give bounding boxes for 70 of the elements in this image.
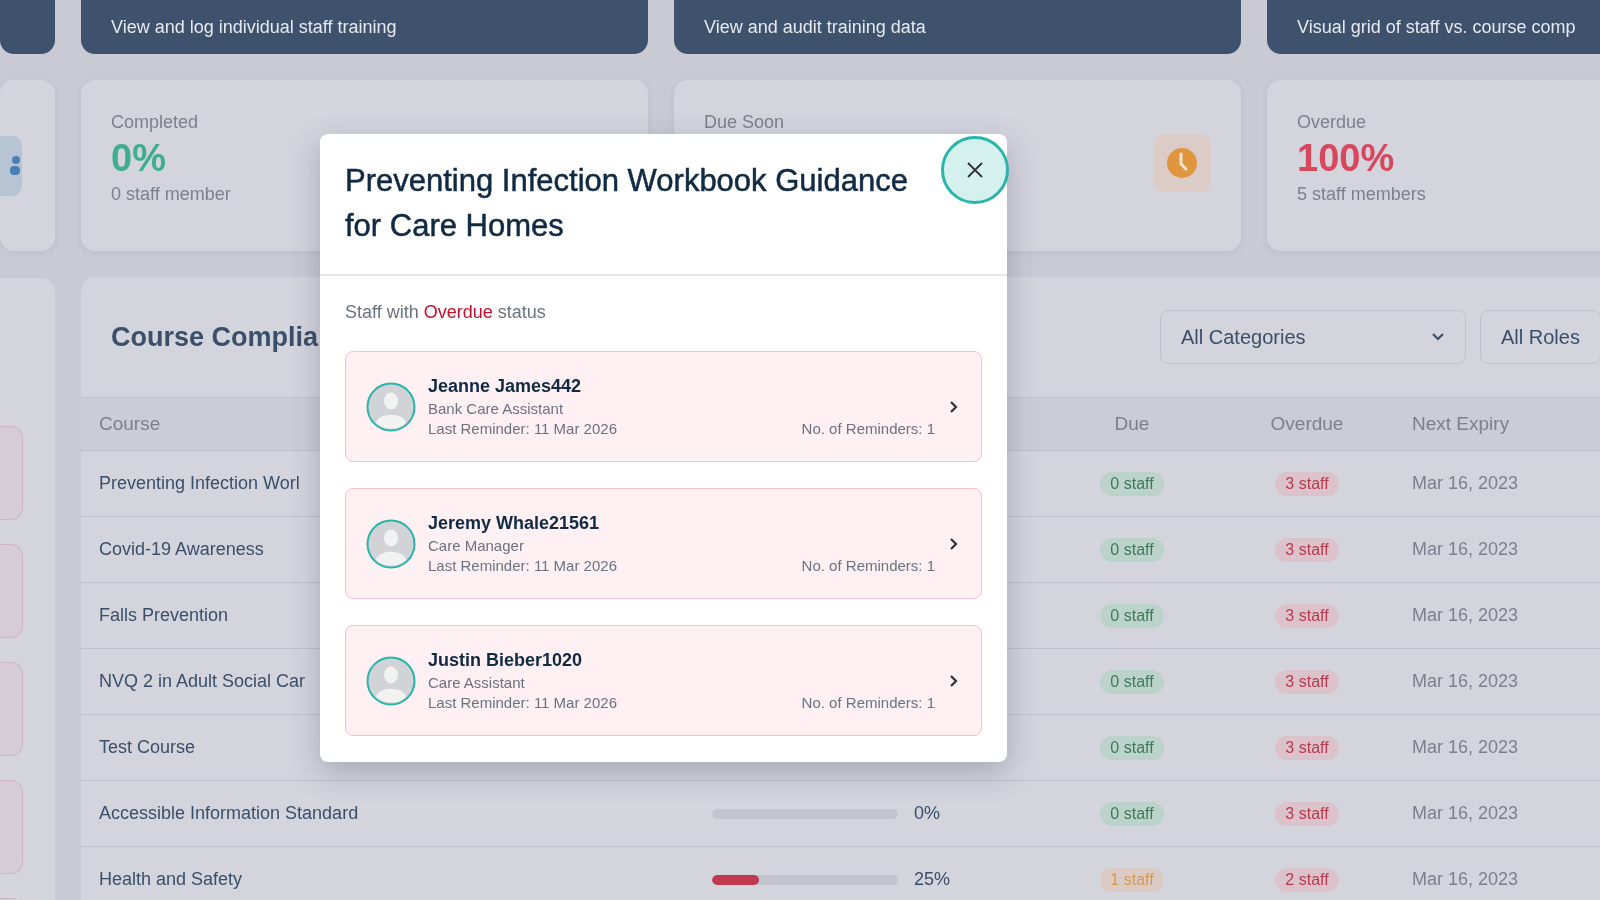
close-icon xyxy=(966,161,984,179)
reminder-count: No. of Reminders: 1 xyxy=(801,420,935,437)
avatar-icon xyxy=(366,655,416,706)
expiry-date: Mar 16, 2023 xyxy=(1411,671,1520,692)
course-name: Covid-19 Awareness xyxy=(99,539,264,560)
staff-role: Care Assistant xyxy=(428,674,526,691)
column-header: Overdue xyxy=(1270,413,1344,435)
due-badge: 0 staff xyxy=(1100,537,1164,562)
expiry-date: Mar 16, 2023 xyxy=(1411,539,1520,560)
people-icon xyxy=(10,154,22,177)
course-name: NVQ 2 in Adult Social Car xyxy=(99,671,306,692)
due-badge: 0 staff xyxy=(1100,669,1164,694)
dialog-subtitle: Staff with Overdue status xyxy=(345,302,547,323)
staff-role: Care Manager xyxy=(428,537,525,554)
overdue-badge: 2 staff xyxy=(1275,867,1339,892)
staff-name: Jeremy Whale21561 xyxy=(428,513,601,534)
staff-name: Jeanne James442 xyxy=(428,376,583,397)
progress-percent: 25% xyxy=(914,869,951,890)
due-badge: 0 staff xyxy=(1100,735,1164,760)
overdue-badge: 3 staff xyxy=(1275,471,1339,496)
nav-banner[interactable] xyxy=(0,0,55,54)
avatar-icon xyxy=(366,518,416,569)
expiry-date: Mar 16, 2023 xyxy=(1411,803,1520,824)
expiry-date: Mar 16, 2023 xyxy=(1411,737,1520,758)
last-reminder: Last Reminder: 11 Mar 2026 xyxy=(428,420,617,437)
filter-dropdown[interactable]: All Categories xyxy=(1160,310,1466,364)
due-badge: 1 staff xyxy=(1100,867,1164,892)
column-header: Due xyxy=(1114,413,1150,435)
last-reminder: Last Reminder: 11 Mar 2026 xyxy=(428,557,617,574)
stat-caption: 5 staff members xyxy=(1297,184,1426,205)
course-name: Preventing Infection Worl xyxy=(99,473,300,494)
stat-label: Due Soon xyxy=(704,112,785,133)
column-header: Course xyxy=(99,413,161,435)
overdue-badge: 3 staff xyxy=(1275,735,1339,760)
last-reminder: Last Reminder: 11 Mar 2026 xyxy=(428,694,617,711)
stat-caption: 0 staff member xyxy=(111,184,231,205)
nav-banner[interactable]: View and audit training data xyxy=(674,0,1241,54)
column-header: Next Expiry xyxy=(1411,413,1511,435)
nav-banner[interactable]: Visual grid of staff vs. course comp xyxy=(1267,0,1600,54)
due-badge: 0 staff xyxy=(1100,801,1164,826)
course-name: Falls Prevention xyxy=(99,605,229,626)
overdue-badge: 3 staff xyxy=(1275,603,1339,628)
panel-title: Course Complia xyxy=(111,321,320,353)
staff-name: Justin Bieber1020 xyxy=(428,650,584,671)
progress-percent: 0% xyxy=(914,803,940,824)
expiry-date: Mar 16, 2023 xyxy=(1411,605,1520,626)
staff-role: Bank Care Assistant xyxy=(428,400,565,417)
reminder-count: No. of Reminders: 1 xyxy=(801,557,935,574)
stat-value: 100% xyxy=(1297,137,1396,180)
due-badge: 0 staff xyxy=(1100,603,1164,628)
overdue-badge: 3 staff xyxy=(1275,537,1339,562)
clock-icon xyxy=(1166,147,1198,179)
stat-value: 0% xyxy=(111,137,167,180)
stat-label: Completed xyxy=(111,112,200,133)
expiry-date: Mar 16, 2023 xyxy=(1411,869,1520,890)
overdue-badge: 3 staff xyxy=(1275,669,1339,694)
expiry-date: Mar 16, 2023 xyxy=(1411,473,1520,494)
course-name: Health and Safety xyxy=(99,869,243,890)
staff-card[interactable]: Justin Bieber1020 Care Assistant Last Reminder: 11 Mar 2026 No. of Reminders: 1 xyxy=(345,625,982,736)
nav-banner[interactable]: View and log individual staff training xyxy=(81,0,648,54)
due-badge: 0 staff xyxy=(1100,471,1164,496)
dialog-title: Preventing Infection Workbook Guidance for Care Homes xyxy=(345,162,909,245)
staff-card[interactable]: Jeremy Whale21561 Care Manager Last Reminder: 11 Mar 2026 No. of Reminders: 1 xyxy=(345,488,982,599)
course-name: Test Course xyxy=(99,737,196,758)
staff-card[interactable]: Jeanne James442 Bank Care Assistant Last Reminder: 11 Mar 2026 No. of Reminders: 1 xyxy=(345,351,982,462)
avatar-icon xyxy=(366,381,416,432)
stat-label: Overdue xyxy=(1297,112,1368,133)
reminder-count: No. of Reminders: 1 xyxy=(801,694,935,711)
overdue-badge: 3 staff xyxy=(1275,801,1339,826)
course-name: Accessible Information Standard xyxy=(99,803,359,824)
